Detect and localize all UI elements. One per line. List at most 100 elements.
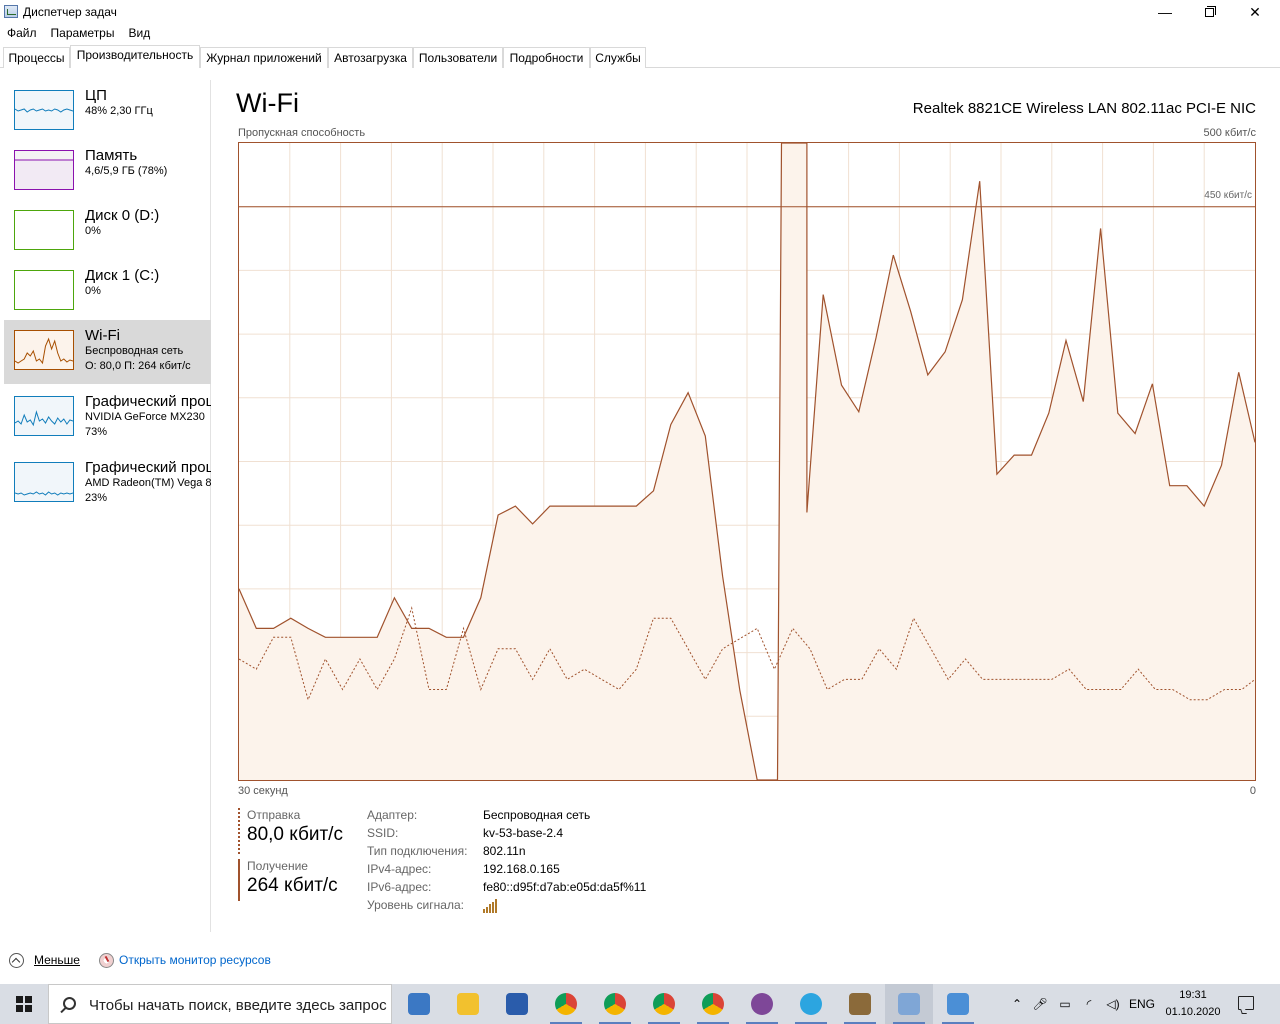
sidebar-item-disk0[interactable]: Диск 0 (D:) 0% — [4, 200, 211, 264]
sidebar-item-detail: Беспроводная сеть — [85, 345, 184, 357]
task-manager-icon[interactable] — [885, 984, 933, 1024]
graph-scale-label: 450 кбит/с — [1204, 190, 1252, 201]
microphone-icon[interactable]: 🎤︎ — [1030, 984, 1050, 1024]
sparkline-thumbnail — [14, 396, 74, 436]
sidebar-item-detail: AMD Radeon(TM) Vega 8 Graphics — [85, 477, 211, 489]
chevron-up-icon[interactable]: ⌃ — [1006, 984, 1028, 1024]
footer: Меньше Открыть монитор ресурсов — [0, 946, 1280, 974]
detail-key: Уровень сигнала: — [367, 898, 464, 912]
window-title: Диспетчер задач — [23, 5, 117, 19]
app-glyph — [408, 993, 430, 1015]
app-glyph — [702, 993, 724, 1015]
wifi-icon[interactable]: ◜ — [1078, 984, 1100, 1024]
resource-monitor-icon — [99, 953, 114, 968]
tor-browser-icon[interactable] — [738, 984, 786, 1024]
send-value: 80,0 кбит/с — [247, 824, 343, 845]
menu-file[interactable]: Файл — [0, 24, 44, 44]
menu-options[interactable]: Параметры — [44, 24, 122, 44]
sidebar-item-gpu1[interactable]: Графический процессор 1AMD Radeon(TM) Ve… — [4, 452, 211, 516]
detail-key: Тип подключения: — [367, 844, 468, 858]
chrome-icon[interactable] — [689, 984, 737, 1024]
language-indicator[interactable]: ENG — [1126, 984, 1158, 1024]
tab-startup[interactable]: Автозагрузка — [328, 47, 413, 68]
windows-logo-icon — [16, 996, 32, 1012]
app-glyph — [898, 993, 920, 1015]
notification-icon[interactable] — [1238, 996, 1254, 1010]
open-resource-monitor-link[interactable]: Открыть монитор ресурсов — [119, 953, 271, 967]
tab-performance[interactable]: Производительность — [70, 45, 200, 68]
restore-icon — [1204, 5, 1216, 17]
throughput-chart — [238, 142, 1256, 781]
battery-icon[interactable]: ▭ — [1054, 984, 1076, 1024]
sparkline-thumbnail — [14, 270, 74, 310]
chevron-up-icon[interactable] — [9, 953, 24, 968]
start-button[interactable] — [0, 984, 48, 1024]
sidebar-item-value: 23% — [85, 492, 108, 504]
clock-date: 01.10.2020 — [1165, 1006, 1221, 1018]
maximize-button[interactable] — [1186, 0, 1232, 24]
receive-stat: Получение 264 кбит/с — [238, 859, 338, 901]
sidebar-item-memory[interactable]: Память 4,6/5,9 ГБ (78%) — [4, 140, 211, 204]
clock[interactable]: 19:31 01.10.2020 — [1164, 987, 1222, 1021]
taskbar-search[interactable]: Чтобы начать поиск, введите здесь запрос — [48, 984, 392, 1024]
powershell-icon[interactable] — [493, 984, 541, 1024]
sidebar-item-title: Диск 0 (D:) — [85, 207, 160, 224]
sidebar-item-disk1[interactable]: Диск 1 (C:) 0% — [4, 260, 211, 324]
tab-users[interactable]: Пользователи — [413, 47, 503, 68]
sidebar-item-detail: 0% — [85, 225, 101, 237]
throughput-graph — [238, 142, 1256, 781]
sidebar-item-detail: NVIDIA GeForce MX230 — [85, 411, 205, 423]
detail-key: IPv4-адрес: — [367, 862, 432, 876]
file-explorer-icon[interactable] — [444, 984, 492, 1024]
app-glyph — [457, 993, 479, 1015]
minimize-button[interactable]: — — [1142, 0, 1188, 24]
app-glyph — [800, 993, 822, 1015]
fewer-details-button[interactable]: Меньше — [34, 953, 80, 967]
tab-services[interactable]: Службы — [590, 47, 646, 68]
app-glyph — [849, 993, 871, 1015]
resource-sidebar: ЦП 48% 2,30 ГГц Память 4,6/5,9 ГБ (78%) Диск… — [0, 80, 211, 932]
app-glyph — [751, 993, 773, 1015]
sidebar-item-cpu[interactable]: ЦП 48% 2,30 ГГц — [4, 80, 211, 144]
title-bar: Диспетчер задач — ✕ — [0, 0, 1280, 24]
receive-label: Получение — [247, 859, 308, 873]
close-button[interactable]: ✕ — [1232, 0, 1278, 24]
chrome-icon[interactable] — [640, 984, 688, 1024]
graph-time-span: 30 секунд — [238, 785, 288, 797]
game-icon[interactable] — [836, 984, 884, 1024]
signal-strength-icon — [483, 899, 499, 913]
telegram-icon[interactable] — [787, 984, 835, 1024]
app-glyph — [506, 993, 528, 1015]
task-manager-app-icon — [4, 5, 18, 18]
sidebar-item-gpu0[interactable]: Графический процессор 0NVIDIA GeForce MX… — [4, 386, 211, 450]
sidebar-item-title: Диск 1 (C:) — [85, 267, 160, 284]
tab-app-history[interactable]: Журнал приложений — [200, 47, 328, 68]
search-icon — [63, 997, 76, 1010]
sidebar-item-wifi[interactable]: Wi-Fi Беспроводная сеть О: 80,0 П: 264 кби… — [4, 320, 211, 384]
sparkline-thumbnail — [14, 330, 74, 370]
chrome-icon[interactable] — [591, 984, 639, 1024]
detail-key: SSID: — [367, 826, 399, 840]
send-stat: Отправка 80,0 кбит/с — [238, 808, 343, 854]
tab-details[interactable]: Подробности — [503, 47, 590, 68]
app-glyph — [653, 993, 675, 1015]
task-manager-window: Диспетчер задач — ✕ Файл Параметры Вид П… — [0, 0, 1280, 1024]
sidebar-item-value: 73% — [85, 426, 108, 438]
detail-value: 192.168.0.165 — [483, 862, 560, 876]
tab-processes[interactable]: Процессы — [3, 47, 70, 68]
speaker-icon[interactable]: ◁) — [1102, 984, 1124, 1024]
sparkline-thumbnail — [14, 150, 74, 190]
detail-value: kv-53-base-2.4 — [483, 826, 564, 840]
sparkline-thumbnail — [14, 90, 74, 130]
chrome-icon[interactable] — [542, 984, 590, 1024]
clock-time: 19:31 — [1179, 989, 1207, 1001]
adapter-name: Realtek 8821CE Wireless LAN 802.11ac PCI… — [912, 100, 1256, 117]
taskbar: Чтобы начать поиск, введите здесь запрос… — [0, 984, 1280, 1024]
sidebar-item-detail: 0% — [85, 285, 101, 297]
graph-label: Пропускная способность — [238, 127, 366, 139]
menu-view[interactable]: Вид — [121, 24, 157, 44]
control-panel-icon[interactable] — [395, 984, 443, 1024]
detail-value: fe80::d95f:d7ab:e05d:da5f%11 — [483, 880, 647, 894]
graph-time-zero: 0 — [1249, 785, 1256, 797]
paint-icon[interactable] — [934, 984, 982, 1024]
